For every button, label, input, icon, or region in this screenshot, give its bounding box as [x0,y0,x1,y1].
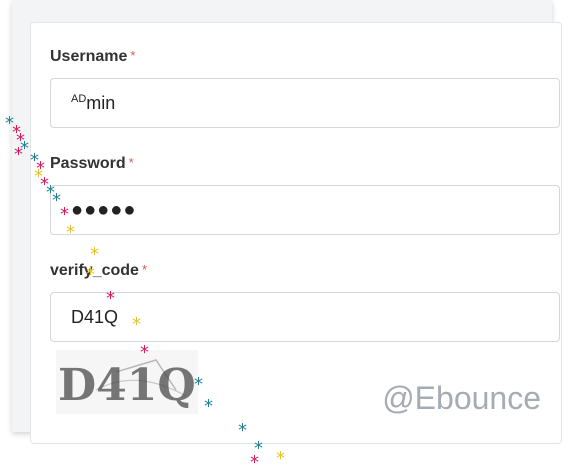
star-icon: * [86,264,95,285]
verify-code-input[interactable]: D41Q [50,292,560,342]
required-mark: * [141,262,147,277]
verify-code-value: D41Q [71,306,119,327]
star-icon: * [90,244,99,265]
star-icon: * [250,452,259,473]
star-icon: * [140,342,149,363]
star-icon: * [238,420,247,441]
star-icon: * [276,448,285,469]
star-icon: * [66,222,75,243]
username-label: Username * [50,48,136,65]
password-label: Password * [50,155,134,172]
username-value-prefix: AD [71,92,87,105]
required-mark: * [128,155,134,170]
captcha-image[interactable]: D41Q [56,350,198,414]
star-icon: * [14,144,23,165]
password-input[interactable]: ●●●●● [50,185,560,235]
username-input[interactable]: ADmin [50,78,560,128]
star-icon: * [204,396,213,417]
star-icon: * [194,374,203,395]
required-mark: * [130,48,136,63]
star-icon: * [106,288,115,309]
star-icon: * [132,314,141,335]
username-value: min [86,92,116,113]
watermark: @Ebounce [382,380,541,416]
password-value: ●●●●● [71,198,137,221]
captcha-text: D41Q [58,360,196,411]
